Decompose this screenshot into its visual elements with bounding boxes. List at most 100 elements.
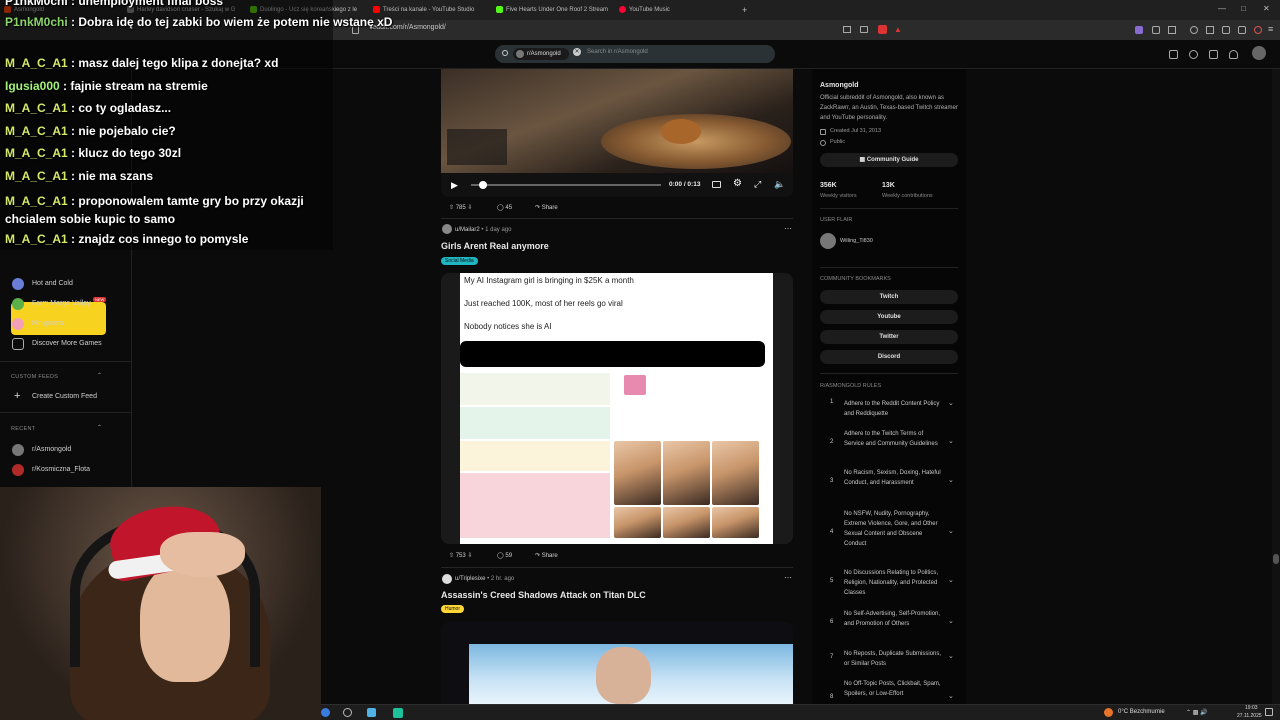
chat-icon[interactable]: [1189, 50, 1198, 59]
app-icon[interactable]: [367, 708, 376, 717]
tab-kick-stream[interactable]: Five Hearts Under One Roof 2 Stream: [494, 2, 612, 18]
sidebar-item-discover-games[interactable]: Discover More Games: [12, 337, 102, 351]
captions-icon[interactable]: [712, 181, 721, 188]
notification-center-icon[interactable]: [1265, 708, 1273, 716]
post-title[interactable]: Girls Arent Real anymore: [441, 241, 549, 251]
post-flair[interactable]: Humor: [441, 605, 465, 613]
extensions-icon[interactable]: [1152, 26, 1160, 34]
wallet-icon[interactable]: [1222, 26, 1230, 34]
author-avatar[interactable]: [442, 574, 452, 584]
user-flair-avatar[interactable]: [820, 233, 836, 249]
leo-icon[interactable]: [1238, 26, 1246, 34]
chevron-down-icon[interactable]: ⌄: [948, 527, 954, 535]
rule-item[interactable]: 8 No Off-Topic Posts, Clickbait, Spam, Sp…: [820, 679, 960, 704]
chevron-down-icon[interactable]: ⌄: [948, 652, 954, 660]
share-icon[interactable]: [860, 26, 868, 33]
community-guide-button[interactable]: ▦ Community Guide: [820, 153, 958, 167]
app-icon[interactable]: [321, 708, 330, 717]
page-scrollbar[interactable]: [1272, 69, 1280, 704]
sidebar-item-ninigrams[interactable]: Ninigrams: [12, 317, 64, 331]
tab-youtube-music[interactable]: YouTube Music: [617, 2, 735, 18]
new-tab-button[interactable]: +: [738, 2, 754, 18]
settings-icon[interactable]: ⚙: [733, 178, 742, 189]
post-author[interactable]: u/Triplesixe: [455, 576, 485, 582]
rule-item[interactable]: 7 No Reposts, Duplicate Submissions, or S…: [820, 649, 960, 669]
post-title[interactable]: Assassin's Creed Shadows Attack on Titan…: [441, 590, 646, 600]
progress-handle[interactable]: [479, 181, 487, 189]
chevron-down-icon[interactable]: ⌄: [948, 437, 954, 445]
search-chip[interactable]: r/Asmongold: [513, 48, 569, 60]
chevron-down-icon[interactable]: ⌄: [948, 617, 954, 625]
rule-item[interactable]: 1 Adhere to the Reddit Content Policy and…: [820, 399, 960, 419]
downloads-icon[interactable]: [1206, 26, 1214, 34]
downvote-icon[interactable]: ⇩: [467, 553, 472, 559]
more-options-icon[interactable]: ⋯: [784, 224, 792, 233]
scrollbar-thumb[interactable]: [1273, 554, 1279, 564]
bookmark-twitter[interactable]: Twitter: [820, 330, 958, 344]
recent-item-kosmiczna-flota[interactable]: r/Kosmiczna_Flota: [12, 463, 90, 477]
bookmark-youtube[interactable]: Youtube: [820, 310, 958, 324]
chevron-down-icon[interactable]: ⌄: [948, 576, 954, 584]
share-button[interactable]: ↷ Share: [527, 549, 566, 563]
rule-item[interactable]: 3 No Racism, Sexism, Doxing, Hateful Cond…: [820, 468, 960, 498]
clear-chip-icon[interactable]: ✕: [573, 48, 581, 56]
rule-item[interactable]: 2 Adhere to the Twitch Terms of Service a…: [820, 429, 960, 459]
brave-rewards-icon[interactable]: ▲: [894, 25, 902, 34]
comments-button[interactable]: ◯ 59: [489, 549, 520, 563]
more-options-icon[interactable]: ⋯: [784, 573, 792, 582]
brave-shield-icon[interactable]: [878, 25, 887, 34]
clock-date[interactable]: 27.11.2025: [1237, 713, 1262, 719]
rule-item[interactable]: 6 No Self-Advertising, Self-Promotion, an…: [820, 609, 960, 639]
tray-icons[interactable]: ⌃ ▩ 🔊: [1186, 709, 1208, 716]
maximize-icon[interactable]: □: [1241, 4, 1246, 13]
sidebar-toggle-icon[interactable]: [1168, 26, 1176, 34]
post-image[interactable]: My AI Instagram girl is bringing in $25K…: [441, 273, 793, 544]
menu-icon[interactable]: ≡: [1268, 24, 1273, 34]
create-custom-feed[interactable]: + Create Custom Feed: [12, 390, 97, 404]
recent-item-asmongold[interactable]: r/Asmongold: [12, 443, 71, 457]
bookmark-discord[interactable]: Discord: [820, 350, 958, 364]
clock-time[interactable]: 19:03: [1245, 705, 1258, 711]
cast-icon[interactable]: [843, 26, 851, 33]
user-avatar[interactable]: [1252, 46, 1266, 60]
weather-text[interactable]: 0°C Bezchmurnie: [1118, 709, 1165, 715]
upvote-icon[interactable]: ⇧: [449, 205, 454, 211]
post-author[interactable]: u/Mailar2: [455, 227, 480, 233]
post-video-thumbnail[interactable]: [441, 622, 793, 704]
custom-feeds-header[interactable]: CUSTOM FEEDS: [11, 374, 58, 380]
close-icon[interactable]: ✕: [1263, 4, 1270, 13]
notifications-icon[interactable]: [1229, 50, 1238, 59]
extension-icon[interactable]: [1135, 26, 1143, 34]
author-avatar[interactable]: [442, 224, 452, 234]
share-button[interactable]: ↷ Share: [527, 201, 566, 215]
chevron-down-icon[interactable]: ⌄: [948, 399, 954, 407]
advertise-icon[interactable]: [1169, 50, 1178, 59]
sidebar-item-farm-merge-valley[interactable]: Farm Merge Valley: [12, 297, 91, 311]
downvote-icon[interactable]: ⇩: [467, 205, 472, 211]
chevron-up-icon[interactable]: ⌃: [97, 424, 102, 431]
chevron-up-icon[interactable]: ⌃: [97, 372, 102, 379]
play-icon[interactable]: ▶: [451, 180, 458, 191]
vote-control[interactable]: ⇧ 753 ⇩: [441, 549, 483, 563]
post-flair[interactable]: Social Media: [441, 257, 478, 265]
chevron-down-icon[interactable]: ⌄: [948, 692, 954, 700]
video-player[interactable]: ▶ 0:00 / 0:13 ⚙ ⤢ 🔈: [441, 69, 793, 197]
volume-icon[interactable]: 🔈: [774, 179, 785, 190]
vpn-icon[interactable]: [1254, 26, 1262, 34]
recent-header[interactable]: RECENT: [11, 426, 35, 432]
comments-button[interactable]: ◯ 45: [489, 201, 520, 215]
chevron-down-icon[interactable]: ⌄: [948, 476, 954, 484]
rule-item[interactable]: 5 No Discussions Relating to Politics, Re…: [820, 568, 960, 598]
upvote-icon[interactable]: ⇧: [449, 553, 454, 559]
bookmark-twitch[interactable]: Twitch: [820, 290, 958, 304]
media-icon[interactable]: [1190, 26, 1198, 34]
vote-control[interactable]: ⇧ 785 ⇩: [441, 201, 483, 215]
sidebar-item-hot-and-cold[interactable]: Hot and Cold: [12, 277, 73, 291]
progress-track[interactable]: [471, 184, 661, 186]
app-icon[interactable]: [393, 708, 403, 718]
obs-icon[interactable]: [343, 708, 352, 717]
create-post-icon[interactable]: [1209, 50, 1218, 59]
fullscreen-icon[interactable]: ⤢: [754, 179, 761, 190]
minimize-icon[interactable]: —: [1218, 4, 1226, 13]
rule-item[interactable]: 4 No NSFW, Nudity, Pornography, Extreme V…: [820, 509, 960, 559]
